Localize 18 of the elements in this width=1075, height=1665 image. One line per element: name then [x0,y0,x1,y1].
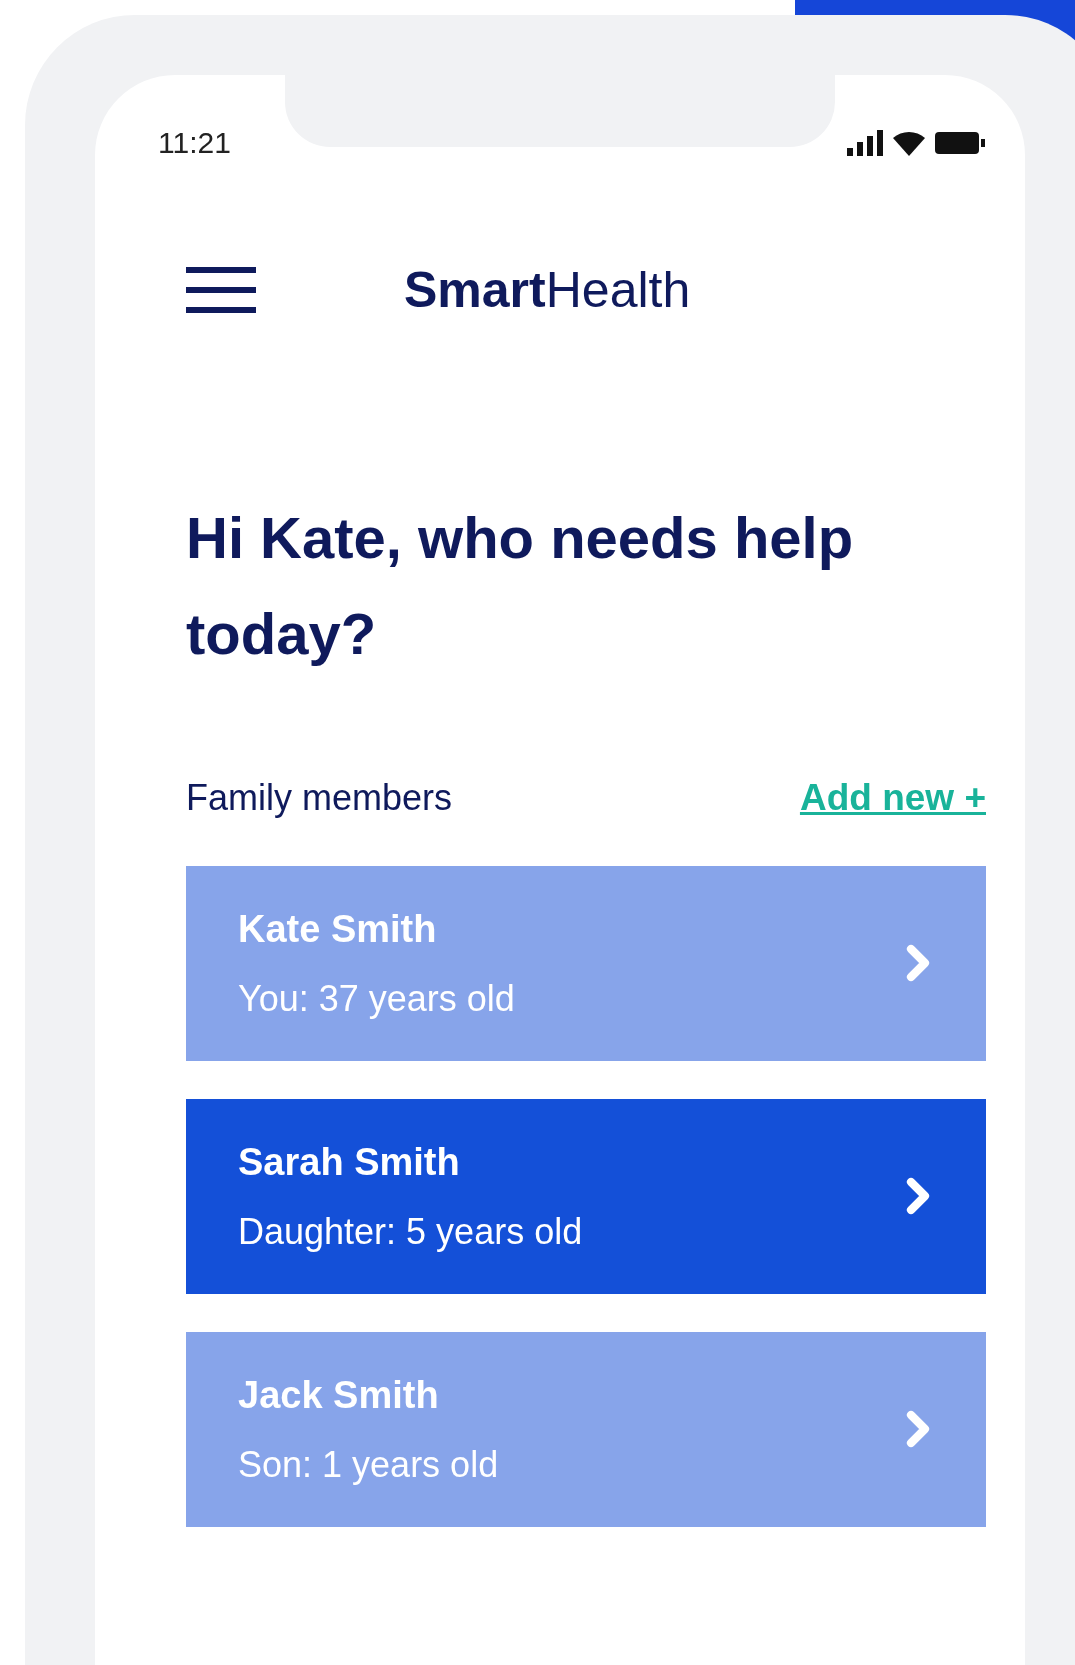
member-card[interactable]: Sarah Smith Daughter: 5 years old [186,1098,986,1294]
member-detail: Daughter: 5 years old [238,1209,583,1254]
member-card[interactable]: Kate Smith You: 37 years old [186,865,986,1061]
menu-button[interactable] [186,265,256,315]
member-detail: You: 37 years old [238,976,515,1021]
member-name: Sarah Smith [238,1139,461,1185]
app-logo: SmartHealth [404,265,691,315]
battery-icon [935,131,985,154]
member-name: Jack Smith [238,1372,440,1418]
member-name: Kate Smith [238,906,438,952]
wifi-icon [893,129,925,156]
add-new-link[interactable]: Add new + [799,770,986,826]
section-title: Family members [186,775,453,820]
greeting-heading: Hi Kate, who needs help today? [186,504,855,668]
signal-icon [847,129,883,156]
member-card[interactable]: Jack Smith Son: 1 years old [186,1331,986,1527]
member-detail: Son: 1 years old [238,1442,499,1487]
status-time: 11:21 [158,125,231,161]
